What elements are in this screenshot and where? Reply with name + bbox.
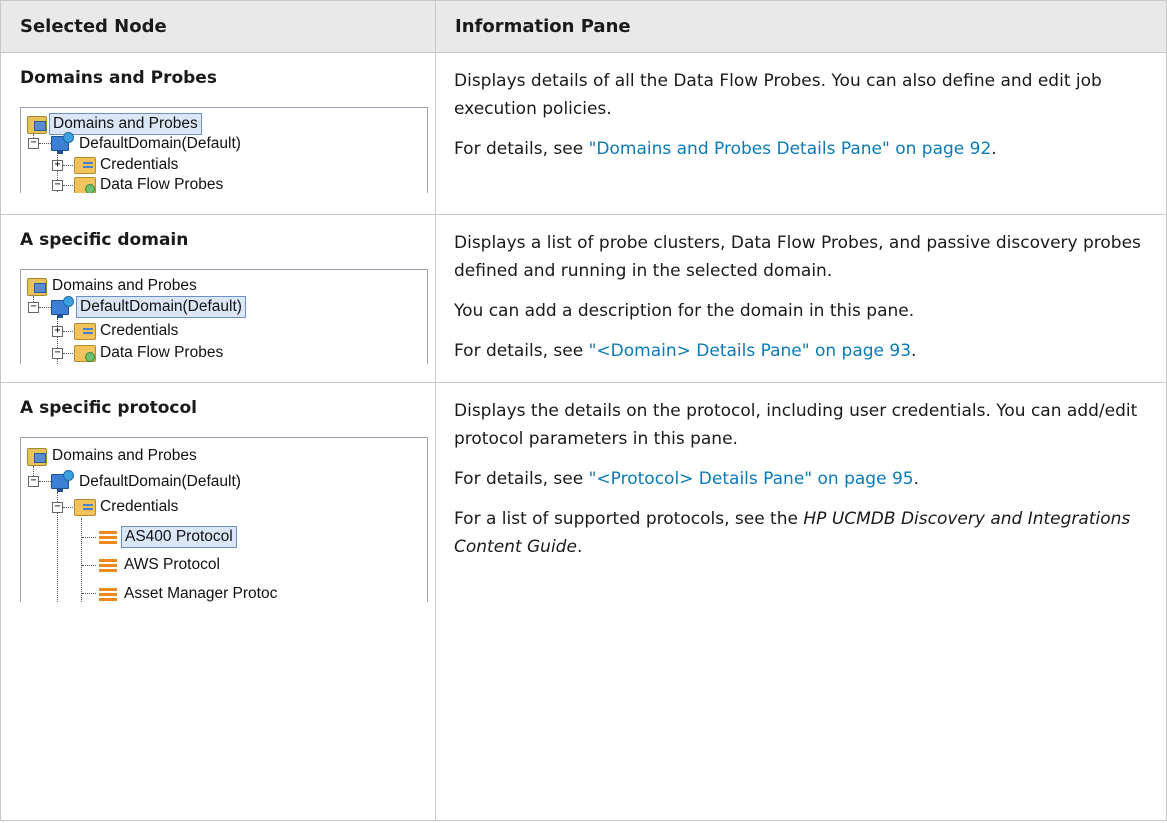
- tree-node-domain: DefaultDomain(Default): [76, 296, 246, 318]
- selected-node-title: A specific protocol: [20, 398, 198, 418]
- tree-node-probes: Data Flow Probes: [100, 344, 224, 361]
- header-selected-node: Selected Node: [0, 0, 436, 53]
- protocol-icon: [99, 559, 117, 572]
- probes-folder-icon: [74, 345, 96, 362]
- information-pane-cell: Displays the details on the protocol, in…: [435, 382, 1167, 821]
- info-text: For details, see "Domains and Probes Det…: [454, 139, 997, 159]
- table-header-row: Selected Node Information Pane: [0, 0, 1167, 53]
- probes-folder-icon: [74, 177, 96, 193]
- protocol-icon: [99, 531, 117, 544]
- domains-probes-icon: [27, 116, 47, 134]
- info-text: For details, see "<Protocol> Details Pan…: [454, 469, 919, 489]
- collapse-icon: −: [28, 476, 39, 487]
- table-row: Domains and Probes Domains and Probes − …: [0, 52, 1167, 215]
- globe-icon: [63, 296, 74, 307]
- collapse-icon: −: [28, 138, 39, 149]
- selected-node-cell: A specific protocol Domains and Probes −…: [0, 382, 436, 821]
- tree-screenshot: Domains and Probes − DefaultDomain(Defau…: [20, 269, 428, 364]
- collapse-icon: −: [52, 502, 63, 513]
- credentials-folder-icon: [74, 499, 96, 516]
- selected-node-cell: Domains and Probes Domains and Probes − …: [0, 52, 436, 215]
- tree-node-credentials: Credentials: [100, 322, 179, 339]
- selected-node-title: A specific domain: [20, 230, 189, 250]
- protocol-icon: [99, 588, 117, 601]
- collapse-icon: −: [52, 348, 63, 359]
- tree-node-credentials: Credentials: [100, 156, 179, 173]
- selected-node-cell: A specific domain Domains and Probes − D…: [0, 214, 436, 383]
- header-information-pane: Information Pane: [435, 0, 1167, 53]
- info-text: You can add a description for the domain…: [454, 301, 915, 321]
- info-text: Displays the details on the protocol, in…: [454, 401, 1138, 449]
- info-text: For a list of supported protocols, see t…: [454, 509, 1131, 557]
- table-row: A specific domain Domains and Probes − D…: [0, 214, 1167, 383]
- table-row: A specific protocol Domains and Probes −…: [0, 382, 1167, 821]
- tree-node-domain: DefaultDomain(Default): [79, 473, 241, 490]
- cross-reference-link[interactable]: "<Domain> Details Pane" on page 93: [589, 341, 911, 361]
- domains-probes-icon: [27, 448, 47, 466]
- tree-node-probes: Data Flow Probes: [100, 176, 224, 193]
- information-pane-cell: Displays details of all the Data Flow Pr…: [435, 52, 1167, 215]
- cross-reference-link[interactable]: "<Protocol> Details Pane" on page 95: [589, 469, 914, 489]
- collapse-icon: −: [52, 180, 63, 191]
- tree-node-domain: DefaultDomain(Default): [79, 135, 241, 152]
- tree-node-root: Domains and Probes: [52, 447, 197, 464]
- tree-node-protocol: AWS Protocol: [124, 556, 220, 573]
- credentials-folder-icon: [74, 323, 96, 340]
- info-text: Displays details of all the Data Flow Pr…: [454, 71, 1102, 119]
- tree-node-protocol: AS400 Protocol: [121, 526, 237, 548]
- tree-node-root: Domains and Probes: [52, 277, 197, 294]
- globe-icon: [63, 470, 74, 481]
- tree-node-protocol: Asset Manager Protoc: [124, 585, 278, 602]
- tree-node-credentials: Credentials: [100, 498, 179, 515]
- info-text: For details, see "<Domain> Details Pane"…: [454, 341, 917, 361]
- tree-screenshot: Domains and Probes − DefaultDomain(Defau…: [20, 107, 428, 193]
- selected-node-title: Domains and Probes: [20, 68, 217, 88]
- tree-node-root: Domains and Probes: [49, 113, 202, 135]
- cross-reference-link[interactable]: "Domains and Probes Details Pane" on pag…: [589, 139, 992, 159]
- expand-icon: +: [52, 160, 63, 171]
- tree-screenshot: Domains and Probes − DefaultDomain(Defau…: [20, 437, 428, 602]
- collapse-icon: −: [28, 302, 39, 313]
- node-info-table: Selected Node Information Pane Domains a…: [0, 0, 1167, 821]
- domains-probes-icon: [27, 278, 47, 296]
- globe-icon: [63, 132, 74, 143]
- credentials-folder-icon: [74, 157, 96, 174]
- information-pane-cell: Displays a list of probe clusters, Data …: [435, 214, 1167, 383]
- info-text: Displays a list of probe clusters, Data …: [454, 233, 1141, 281]
- expand-icon: +: [52, 326, 63, 337]
